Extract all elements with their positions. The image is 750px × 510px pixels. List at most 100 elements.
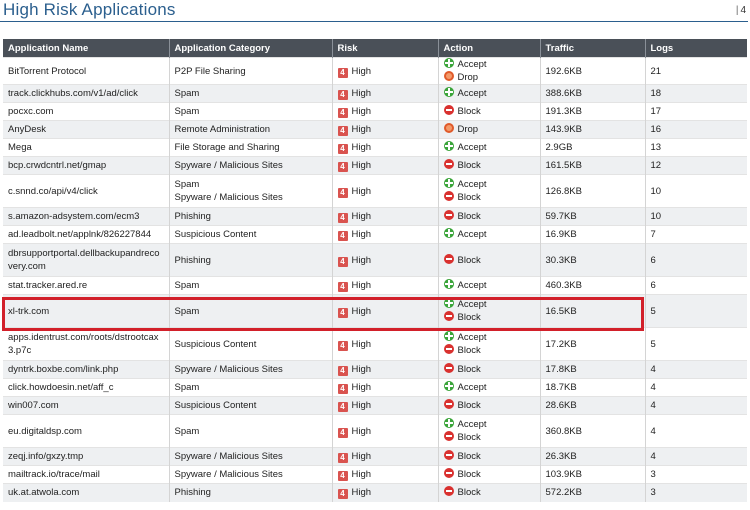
cell-traffic: 17.8KB <box>539 360 645 379</box>
column-header-application-category[interactable]: Application Category <box>168 39 332 58</box>
risk-level-icon: 4 <box>337 144 348 154</box>
cell-application-category: Spam <box>168 84 332 103</box>
cell-application-name: c.snnd.co/api/v4/click <box>3 174 169 208</box>
cell-traffic: 572.2KB <box>539 483 645 502</box>
action-label: Accept <box>457 419 487 430</box>
category-label: Spyware / Malicious Sites <box>174 451 283 462</box>
cell-action: Block <box>437 396 540 415</box>
action-label: Block <box>457 160 481 171</box>
action-label: Block <box>457 254 481 266</box>
action-item: Accept <box>443 58 535 71</box>
cell-traffic: 192.6KB <box>539 57 645 85</box>
risk-label: High <box>351 364 372 375</box>
cell-application-category: P2P File Sharing <box>168 57 332 85</box>
risk-label: High <box>351 229 372 240</box>
cell-logs: 4 <box>644 360 747 379</box>
cell-risk: 4 High <box>331 156 438 175</box>
cell-application-name: dyntrk.boxbe.com/link.php <box>3 360 169 379</box>
action-item: Block <box>443 468 535 481</box>
action-item: Block <box>443 210 535 223</box>
cell-application-name: ad.leadbolt.net/applnk/826227844 <box>3 225 169 244</box>
cell-application-category: Suspicious Content <box>168 396 332 415</box>
cell-action: Block <box>437 207 540 226</box>
accept-icon <box>443 331 454 341</box>
table-row: zeqj.info/gxzy.tmp Spyware / Malicious Si… <box>3 447 747 466</box>
action-label: Accept <box>457 88 487 99</box>
cell-logs: 16 <box>644 120 747 139</box>
action-label: Accept <box>457 332 487 343</box>
cell-logs: 12 <box>644 156 747 175</box>
cell-risk: 4 High <box>331 360 438 379</box>
risk-level-icon: 4 <box>337 402 348 412</box>
block-icon <box>443 159 454 169</box>
action-item: Drop <box>443 71 535 84</box>
cell-application-category: Spam Spyware / Malicious Sites <box>168 174 332 208</box>
category-label: File Storage and Sharing <box>174 142 280 153</box>
table-row: apps.identrust.com/roots/dstrootcax3.p7c… <box>3 327 747 361</box>
column-header-traffic[interactable]: Traffic <box>539 39 645 58</box>
table-row: click.howdoesin.net/aff_c Spam 4 High Accept… <box>3 378 747 397</box>
column-header-application-name[interactable]: Application Name <box>3 39 169 58</box>
cell-risk: 4 High <box>331 120 438 139</box>
risk-level-icon: 4 <box>337 67 348 78</box>
risk-level-icon: 4 <box>337 162 348 172</box>
cell-logs: 13 <box>644 138 747 157</box>
cell-application-category: Phishing <box>168 483 332 502</box>
cell-risk: 4 High <box>331 294 438 328</box>
action-item: Block <box>443 363 535 376</box>
cell-action: Drop <box>437 120 540 139</box>
cell-traffic: 16.5KB <box>539 294 645 328</box>
cell-application-category: Phishing <box>168 207 332 226</box>
cell-traffic: 28.6KB <box>539 396 645 415</box>
action-label: Block <box>457 400 481 411</box>
cell-application-category: Remote Administration <box>168 120 332 139</box>
drop-icon <box>443 71 454 81</box>
table-row: s.amazon-adsystem.com/ecm3 Phishing 4 High B… <box>3 207 747 226</box>
action-label: Block <box>457 106 481 117</box>
risk-label: High <box>351 338 372 350</box>
cell-traffic: 17.2KB <box>539 327 645 361</box>
block-icon <box>443 210 454 220</box>
action-label: Accept <box>457 299 487 310</box>
cell-application-category: Spyware / Malicious Sites <box>168 360 332 379</box>
risk-level-icon: 4 <box>337 366 348 376</box>
action-item: Block <box>443 450 535 463</box>
risk-label: High <box>351 65 372 77</box>
column-header-logs[interactable]: Logs <box>644 39 747 58</box>
table-row: bcp.crwdcntrl.net/gmap Spyware / Maliciou… <box>3 156 747 175</box>
table-row: mailtrack.io/trace/mail Spyware / Malicio… <box>3 465 747 484</box>
action-label: Block <box>457 192 481 203</box>
cell-action: Accept Block <box>437 294 540 328</box>
cell-logs: 6 <box>644 276 747 295</box>
risk-level-icon: 4 <box>337 453 348 463</box>
cell-action: Block <box>437 243 540 277</box>
block-icon <box>443 399 454 409</box>
cell-traffic: 460.3KB <box>539 276 645 295</box>
action-label: Accept <box>457 280 487 291</box>
accept-icon <box>443 178 454 188</box>
action-item: Block <box>443 105 535 118</box>
table-row: win007.com Suspicious Content 4 High Block 28… <box>3 396 747 415</box>
action-label: Accept <box>457 382 487 393</box>
high-risk-applications-table: Application Name Application Category Ri… <box>3 39 747 502</box>
cell-logs: 3 <box>644 483 747 502</box>
title-divider <box>0 21 748 22</box>
action-item: Accept <box>443 298 535 311</box>
cell-application-category: File Storage and Sharing <box>168 138 332 157</box>
cell-traffic: 388.6KB <box>539 84 645 103</box>
risk-level-icon: 4 <box>337 213 348 223</box>
cell-logs: 4 <box>644 414 747 448</box>
cell-application-name: mailtrack.io/trace/mail <box>3 465 169 484</box>
cell-traffic: 59.7KB <box>539 207 645 226</box>
action-label: Accept <box>457 59 487 70</box>
cell-application-category: Spyware / Malicious Sites <box>168 447 332 466</box>
action-label: Drop <box>457 124 479 135</box>
risk-level-icon: 4 <box>337 187 348 198</box>
category-label: Spam <box>174 280 200 291</box>
cell-logs: 3 <box>644 465 747 484</box>
column-header-risk[interactable]: Risk <box>331 39 438 58</box>
action-item: Accept <box>443 331 535 344</box>
column-header-action[interactable]: Action <box>437 39 540 58</box>
cell-logs: 21 <box>644 57 747 85</box>
cell-application-name: apps.identrust.com/roots/dstrootcax3.p7c <box>3 327 169 361</box>
